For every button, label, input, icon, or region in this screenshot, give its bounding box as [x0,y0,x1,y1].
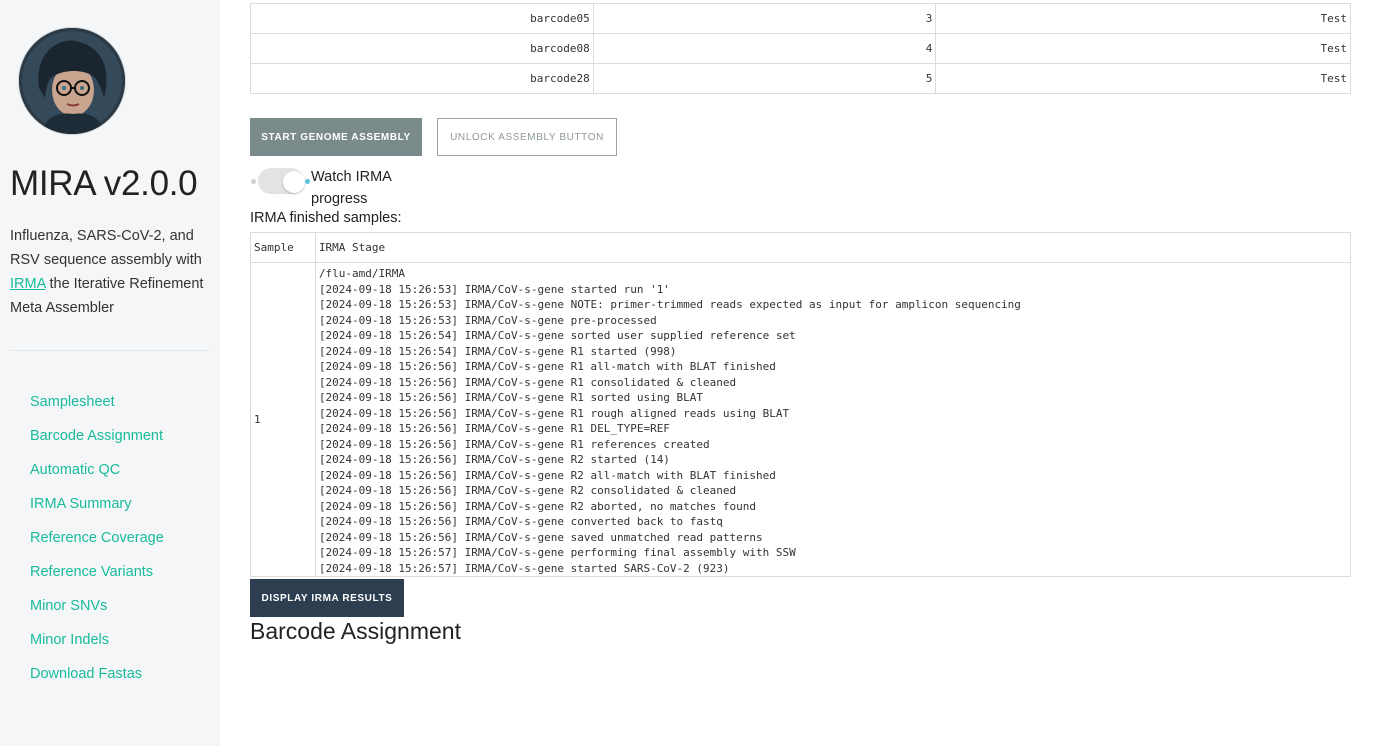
samplesheet-table: barcode05 3 Test barcode08 4 Test barcod… [250,3,1351,94]
log-line: /flu-amd/IRMA [318,267,406,280]
table-cell[interactable]: barcode08 [250,33,594,64]
column-header-irma-stage[interactable]: IRMA Stage [314,232,1352,263]
log-line: [2024-09-18 15:26:53] IRMA/CoV-s-gene st… [318,282,670,296]
log-line: [2024-09-18 15:26:56] IRMA/CoV-s-gene sa… [318,530,763,544]
sidebar-item-minor-snvs[interactable]: Minor SNVs [30,594,164,628]
toggle-switch[interactable] [258,168,305,194]
sidebar-item-reference-coverage[interactable]: Reference Coverage [30,526,164,560]
table-cell[interactable]: 5 [592,63,937,94]
section-title-barcode-assignment: Barcode Assignment [250,618,461,644]
log-line: [2024-09-18 15:26:54] IRMA/CoV-s-gene R1… [318,344,677,358]
log-line: [2024-09-18 15:26:56] IRMA/CoV-s-gene R2… [318,453,670,466]
sidebar-item-irma-summary[interactable]: IRMA Summary [30,492,164,526]
sample-cell[interactable]: 1 [250,262,316,577]
table-cell[interactable]: 4 [592,33,937,64]
sidebar-nav: Samplesheet Barcode Assignment Automatic… [30,390,164,696]
log-line: [2024-09-18 15:26:53] IRMA/CoV-s-gene pr… [318,313,657,327]
log-line: [2024-09-18 15:26:56] IRMA/CoV-s-gene R2… [318,468,776,482]
sidebar-item-samplesheet[interactable]: Samplesheet [30,390,164,424]
irma-link[interactable]: IRMA [10,276,45,292]
table-row: barcode28 5 Test [250,63,1351,94]
log-line: [2024-09-18 15:26:54] IRMA/CoV-s-gene so… [318,329,796,342]
sidebar-item-reference-variants[interactable]: Reference Variants [30,560,164,594]
table-cell[interactable]: 3 [592,3,937,34]
table-cell[interactable]: barcode28 [250,63,594,94]
table-header-row: Sample IRMA Stage [250,232,1352,263]
toggle-indicator-dot [251,179,256,184]
log-line: [2024-09-18 15:26:56] IRMA/CoV-s-gene R1… [318,360,776,373]
table-cell[interactable]: barcode05 [250,3,594,34]
log-line: [2024-09-18 15:26:56] IRMA/CoV-s-gene R2… [318,499,757,513]
toggle-knob [283,171,305,193]
table-row: 1 /flu-amd/IRMA [2024-09-18 15:26:53] IRM… [250,262,1352,577]
toggle-label: Watch IRMA progress [311,169,392,207]
avatar-logo [19,28,125,134]
log-line: [2024-09-18 15:26:57] IRMA/CoV-s-gene pe… [318,546,796,559]
app-description: Influenza, SARS-CoV-2, and RSV sequence … [10,224,215,320]
sidebar-item-automatic-qc[interactable]: Automatic QC [30,458,164,492]
table-cell[interactable]: Test [935,3,1351,34]
irma-log: /flu-amd/IRMA [2024-09-18 15:26:53] IRMA/… [319,263,1347,576]
start-genome-assembly-button[interactable]: START GENOME ASSEMBLY [250,118,422,156]
log-line: [2024-09-18 15:26:53] IRMA/CoV-s-gene NO… [318,298,1021,311]
log-line: [2024-09-18 15:26:56] IRMA/CoV-s-gene R1… [318,406,790,420]
sidebar: MIRA v2.0.0 Influenza, SARS-CoV-2, and R… [0,0,220,746]
log-line: [2024-09-18 15:26:56] IRMA/CoV-s-gene R1… [318,422,670,435]
sidebar-item-barcode-assignment[interactable]: Barcode Assignment [30,424,164,458]
sidebar-item-download-fastas[interactable]: Download Fastas [30,662,164,696]
display-irma-results-button[interactable]: DISPLAY IRMA RESULTS [250,579,404,617]
log-line: [2024-09-18 15:26:56] IRMA/CoV-s-gene R2… [318,484,737,497]
irma-log-cell[interactable]: /flu-amd/IRMA [2024-09-18 15:26:53] IRMA/… [314,262,1352,577]
log-line: [2024-09-18 15:26:56] IRMA/CoV-s-gene R1… [318,437,710,451]
sidebar-divider [10,350,210,351]
toggle-indicator-dot-active [305,179,310,184]
irma-progress-table: Sample IRMA Stage 1 /flu-amd/IRMA [2024-0… [250,232,1352,577]
irma-finished-label: IRMA finished samples: [250,210,402,226]
sidebar-item-minor-indels[interactable]: Minor Indels [30,628,164,662]
table-cell[interactable]: Test [935,33,1351,64]
log-line: [2024-09-18 15:26:56] IRMA/CoV-s-gene R1… [318,375,737,389]
table-row: barcode05 3 Test [250,3,1351,34]
log-line: [2024-09-18 15:26:56] IRMA/CoV-s-gene R1… [318,391,704,404]
app-title: MIRA v2.0.0 [10,164,198,203]
log-line: [2024-09-18 15:26:57] IRMA/CoV-s-gene st… [318,561,730,575]
unlock-assembly-button[interactable]: UNLOCK ASSEMBLY BUTTON [437,118,617,156]
column-header-sample[interactable]: Sample [250,232,316,263]
table-row: barcode08 4 Test [250,33,1351,64]
log-line: [2024-09-18 15:26:56] IRMA/CoV-s-gene co… [318,515,723,528]
table-cell[interactable]: Test [935,63,1351,94]
app-description-text: Influenza, SARS-CoV-2, and RSV sequence … [10,228,202,268]
